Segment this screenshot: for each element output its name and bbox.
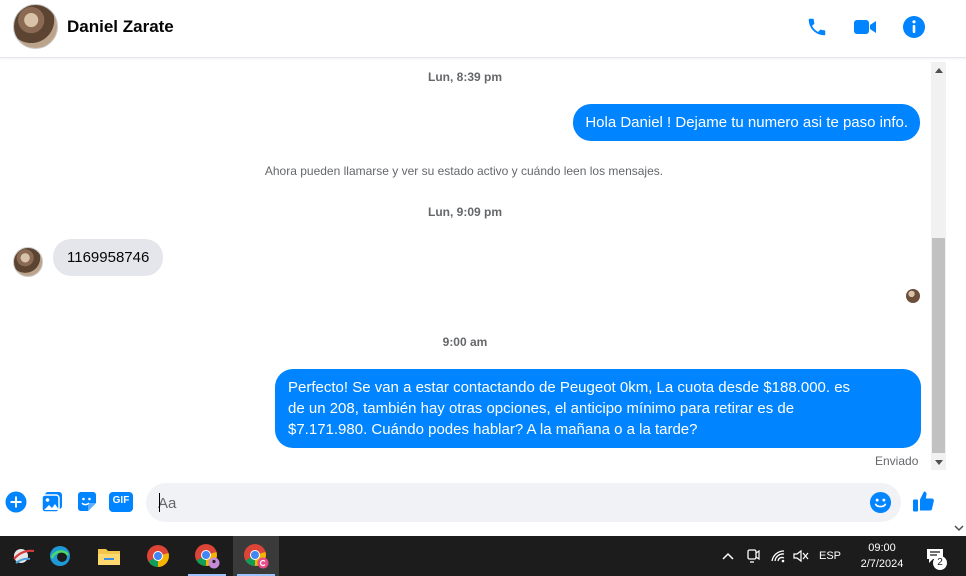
clock-date: 2/7/2024 (860, 558, 904, 570)
like-icon[interactable] (912, 489, 936, 513)
scroll-up-arrow-icon[interactable] (931, 62, 946, 77)
wifi-icon[interactable] (767, 536, 789, 576)
taskbar-clock[interactable]: 09:00 2/7/2024 (852, 540, 912, 572)
add-icon[interactable] (4, 490, 28, 514)
message-input-container[interactable] (146, 483, 901, 522)
message-list[interactable]: Lun, 8:39 pm Hola Daniel ! Dejame tu num… (0, 62, 930, 470)
info-icon[interactable] (901, 14, 927, 40)
meet-now-icon[interactable] (743, 536, 763, 576)
chrome-profile-active-icon[interactable] (233, 536, 279, 576)
text-caret (159, 493, 160, 512)
seen-receipt-avatar (906, 289, 920, 303)
resize-grip-icon[interactable] (954, 521, 964, 533)
gif-label: GIF (112, 495, 130, 506)
messenger-window: Daniel Zarate Lun, 8:39 pm Hola Daniel !… (0, 0, 966, 576)
message-line: Perfecto! Se van a estar contactando de … (288, 379, 851, 396)
input-language[interactable]: ESP (815, 536, 845, 576)
chevron-up-icon[interactable] (718, 536, 738, 576)
message-composer: GIF (0, 480, 966, 526)
message-line: $7.171.980. Cuándo podes hablar? A la ma… (288, 421, 698, 438)
contact-name[interactable]: Daniel Zarate (67, 17, 174, 37)
emoji-icon[interactable] (869, 491, 892, 514)
windows-taskbar: ESP 09:00 2/7/2024 2 (0, 536, 966, 576)
conversation-header: Daniel Zarate (0, 0, 966, 58)
notification-count-badge: 2 (933, 556, 947, 570)
phone-icon[interactable] (804, 14, 830, 40)
chrome-profile-icon[interactable] (184, 536, 230, 576)
clock-time: 09:00 (868, 542, 896, 554)
chrome-browser-icon[interactable] (135, 536, 181, 576)
timestamp: 9:00 am (442, 335, 488, 349)
sticker-icon[interactable] (75, 490, 99, 514)
message-input[interactable] (158, 492, 848, 514)
message-bubble-incoming[interactable]: 1169958746 (53, 239, 164, 276)
timestamp: Lun, 9:09 pm (427, 205, 502, 219)
message-line: de un 208, también hay otras opciones, e… (288, 400, 795, 417)
scroll-thumb[interactable] (932, 238, 945, 453)
contact-avatar[interactable] (13, 4, 58, 49)
chat-scrollbar[interactable] (931, 62, 946, 470)
scroll-down-arrow-icon[interactable] (931, 455, 946, 470)
system-note: Ahora pueden llamarse y ver su estado ac… (264, 164, 664, 178)
edge-browser-icon[interactable] (37, 536, 83, 576)
volume-muted-icon[interactable] (791, 536, 811, 576)
message-bubble-outgoing[interactable]: Perfecto! Se van a estar contactando de … (275, 369, 921, 448)
file-explorer-icon[interactable] (86, 536, 132, 576)
sent-status: Enviado (875, 454, 919, 468)
message-bubble-outgoing[interactable]: Hola Daniel ! Dejame tu numero asi te pa… (573, 104, 920, 141)
video-icon[interactable] (852, 14, 878, 40)
image-icon[interactable] (40, 490, 64, 514)
notification-center-icon[interactable]: 2 (920, 536, 950, 576)
contact-avatar-small[interactable] (13, 247, 43, 277)
gif-icon[interactable]: GIF (109, 490, 133, 514)
timestamp: Lun, 8:39 pm (427, 70, 502, 84)
